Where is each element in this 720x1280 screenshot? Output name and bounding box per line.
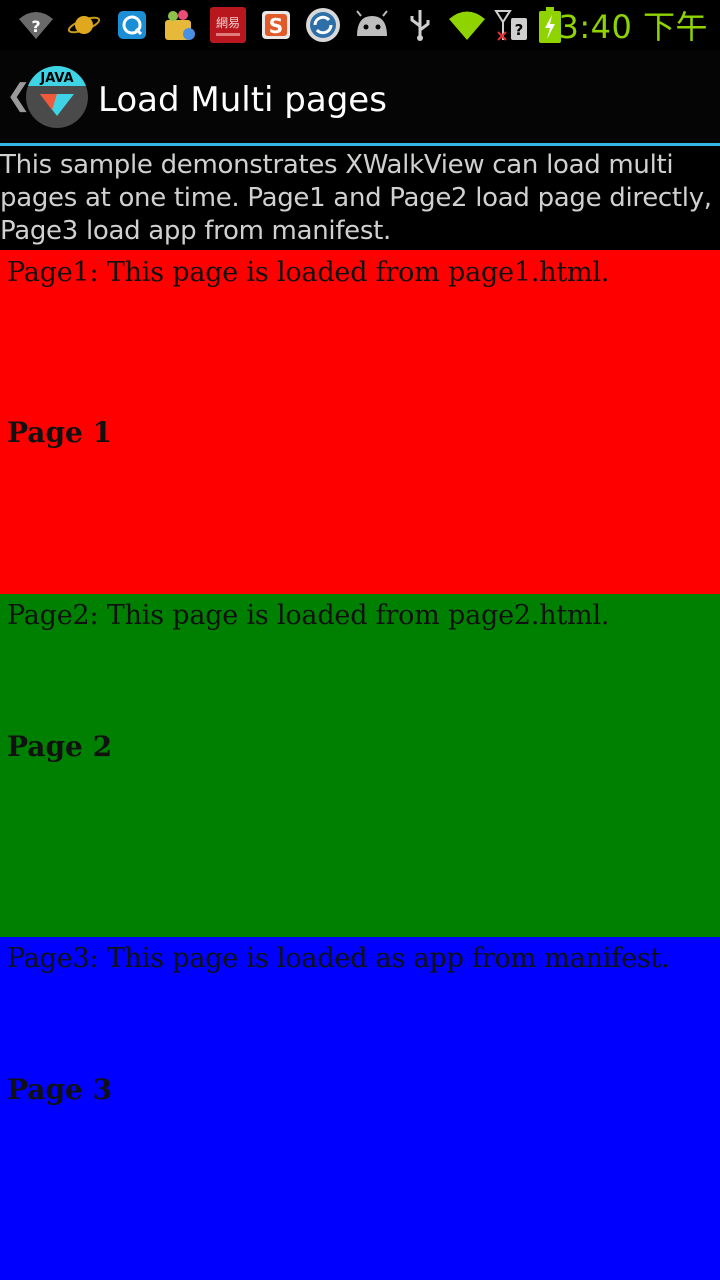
page-3-text: Page3: This page is loaded as app from m… [7,943,670,974]
planet-icon [66,8,102,42]
usb-icon [404,8,436,42]
netease-icon: 網易 [210,7,246,43]
page-2-heading: Page 2 [7,730,113,763]
sync-icon [304,8,342,42]
xwalkview-page-1[interactable]: Page1: This page is loaded from page1.ht… [0,250,720,594]
app-store-icon [160,8,198,42]
sogou-icon: S [260,8,292,42]
page-2-text: Page2: This page is loaded from page2.ht… [7,600,610,631]
status-bar: ? 網易 S ? 3:40 下午 [0,0,720,50]
page-1-heading: Page 1 [7,416,113,449]
page-1-text: Page1: This page is loaded from page1.ht… [7,257,610,288]
svg-text:?: ? [31,17,40,36]
xwalkview-page-3[interactable]: Page3: This page is loaded as app from m… [0,937,720,1280]
signal-no-sim-icon: ? [492,8,532,42]
xwalkview-page-2[interactable]: Page2: This page is loaded from page2.ht… [0,594,720,937]
svg-text:S: S [269,14,283,38]
android-icon [352,8,392,42]
page-3-heading: Page 3 [7,1073,113,1106]
wifi-help-icon: ? [16,8,56,42]
wifi-icon [446,8,488,42]
sample-description: This sample demonstrates XWalkView can l… [0,150,712,246]
logo-label: JAVA [39,71,73,86]
page-title: Load Multi pages [98,80,387,120]
action-bar-divider [0,143,720,146]
clock: 3:40 下午 [558,8,708,46]
app-logo[interactable]: JAVA [26,66,88,128]
svg-text:?: ? [515,21,524,39]
svg-text:網易: 網易 [216,16,240,30]
qq-browser-icon [116,8,148,42]
